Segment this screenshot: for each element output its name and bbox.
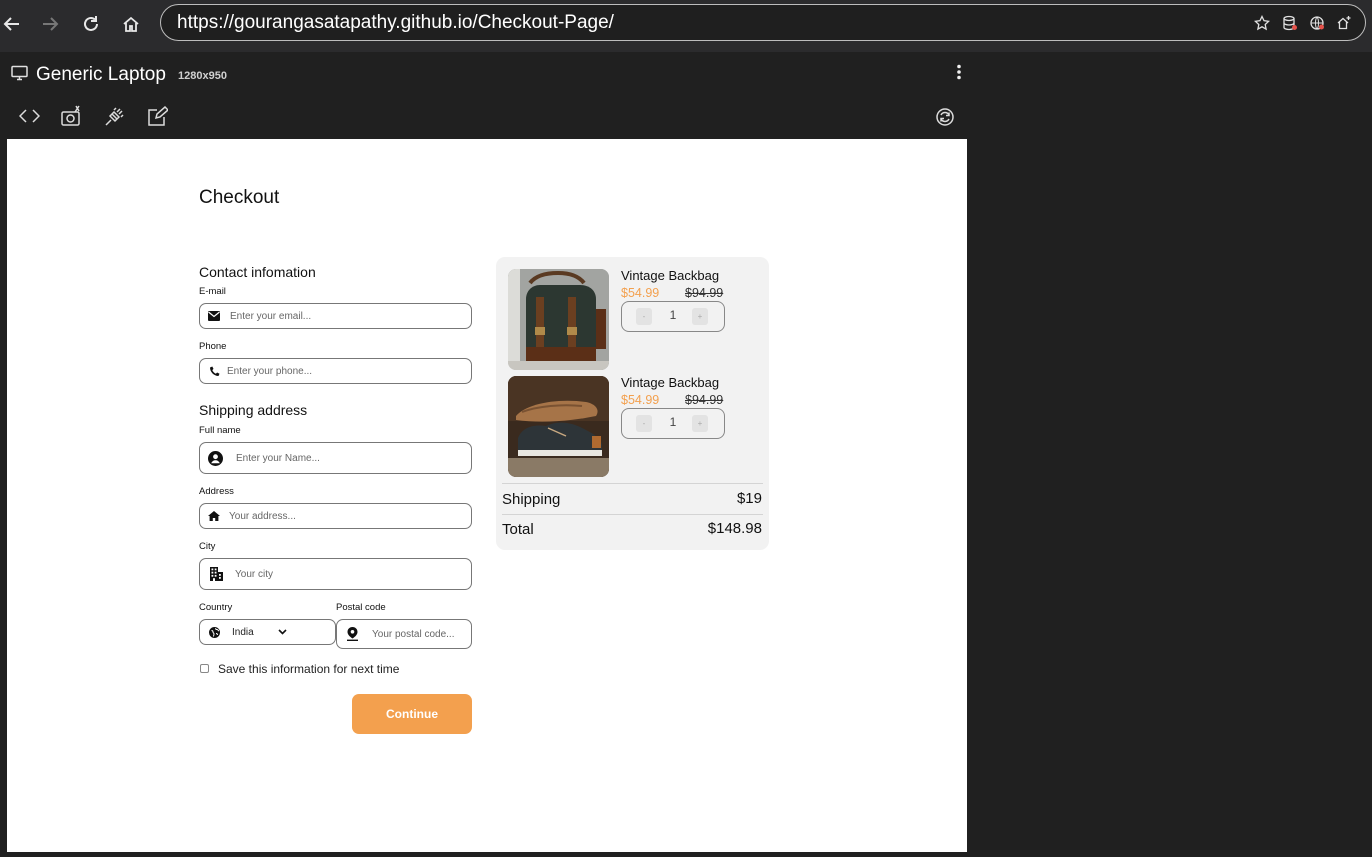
quantity-value: 1 xyxy=(669,415,677,429)
code-icon[interactable] xyxy=(18,108,41,129)
page-title: Checkout xyxy=(199,187,280,208)
email-input[interactable] xyxy=(230,310,447,322)
quantity-value: 1 xyxy=(669,308,677,322)
postal-field[interactable] xyxy=(336,619,472,649)
product-image-shoes xyxy=(508,376,609,477)
device-toolbar: Generic Laptop 1280x950 xyxy=(0,52,1372,139)
database-icon[interactable] xyxy=(1282,15,1300,33)
extension-globe-icon[interactable] xyxy=(1309,15,1327,33)
map-pin-icon xyxy=(345,627,359,641)
quantity-stepper: - 1 + xyxy=(621,408,725,439)
envelope-icon xyxy=(207,309,221,323)
shipping-section-title: Shipping address xyxy=(199,402,308,418)
rotate-icon[interactable] xyxy=(935,107,955,132)
fullname-label: Full name xyxy=(199,425,241,436)
summary-divider xyxy=(502,514,763,515)
city-input[interactable] xyxy=(235,568,452,580)
phone-label: Phone xyxy=(199,341,227,352)
add-to-home-icon[interactable] xyxy=(1336,15,1354,33)
summary-divider xyxy=(502,483,763,484)
monitor-icon xyxy=(11,65,28,86)
total-label: Total xyxy=(502,521,534,538)
total-value: $148.98 xyxy=(707,520,762,537)
country-value: India xyxy=(232,626,254,638)
phone-field[interactable] xyxy=(199,358,472,384)
url-text: https://gourangasatapathy.github.io/Chec… xyxy=(177,12,614,33)
phone-icon xyxy=(207,364,221,378)
fullname-field[interactable] xyxy=(199,442,472,474)
fullname-input[interactable] xyxy=(236,452,453,464)
home-icon xyxy=(207,509,221,523)
globe-icon xyxy=(207,625,221,639)
screenshot-camera-icon[interactable] xyxy=(61,105,82,132)
save-info-label[interactable]: Save this information for next time xyxy=(218,662,399,676)
shipping-label: Shipping xyxy=(502,491,561,508)
cart-item-old-price: $94.99 xyxy=(685,286,724,300)
cart-item-old-price: $94.99 xyxy=(685,393,724,407)
postal-input[interactable] xyxy=(372,628,466,640)
page-viewport: Checkout Contact infomation E-mail Phone… xyxy=(7,139,967,852)
home-icon[interactable] xyxy=(119,12,143,36)
back-icon[interactable] xyxy=(0,12,24,36)
connect-plug-icon[interactable] xyxy=(104,106,125,132)
address-bar[interactable]: https://gourangasatapathy.github.io/Chec… xyxy=(160,4,1366,41)
address-input[interactable] xyxy=(229,510,446,522)
increment-button[interactable]: + xyxy=(692,415,708,432)
email-field[interactable] xyxy=(199,303,472,329)
city-field[interactable] xyxy=(199,558,472,590)
email-label: E-mail xyxy=(199,286,226,297)
continue-button[interactable]: Continue xyxy=(352,694,472,734)
star-icon[interactable] xyxy=(1253,14,1272,33)
chevron-down-icon xyxy=(278,627,288,637)
address-field[interactable] xyxy=(199,503,472,529)
contact-section-title: Contact infomation xyxy=(199,264,316,280)
more-vertical-icon[interactable] xyxy=(955,64,963,85)
browser-toolbar: https://gourangasatapathy.github.io/Chec… xyxy=(0,0,1372,52)
city-label: City xyxy=(199,541,216,552)
cart-item-price: $54.99 xyxy=(621,286,660,300)
postal-label: Postal code xyxy=(336,602,386,613)
device-size: 1280x950 xyxy=(178,70,227,82)
phone-input[interactable] xyxy=(227,365,444,377)
building-icon xyxy=(209,567,223,581)
quantity-stepper: - 1 + xyxy=(621,301,725,332)
cart-item-name: Vintage Backbag xyxy=(621,268,720,283)
country-label: Country xyxy=(199,602,233,613)
order-summary: Vintage Backbag $54.99 $94.99 - 1 + Vint… xyxy=(496,257,769,550)
address-label: Address xyxy=(199,486,234,497)
cart-item-price: $54.99 xyxy=(621,393,660,407)
shipping-value: $19 xyxy=(736,490,762,507)
reload-icon[interactable] xyxy=(79,12,103,36)
product-image-backpack xyxy=(508,269,609,370)
device-name[interactable]: Generic Laptop xyxy=(36,64,166,86)
user-circle-icon xyxy=(207,450,223,466)
decrement-button[interactable]: - xyxy=(636,308,652,325)
forward-icon[interactable] xyxy=(38,12,62,36)
increment-button[interactable]: + xyxy=(692,308,708,325)
save-info-checkbox[interactable] xyxy=(200,664,209,673)
edit-icon[interactable] xyxy=(147,105,170,132)
country-select[interactable]: India xyxy=(199,619,336,645)
cart-item-name: Vintage Backbag xyxy=(621,375,720,390)
decrement-button[interactable]: - xyxy=(636,415,652,432)
